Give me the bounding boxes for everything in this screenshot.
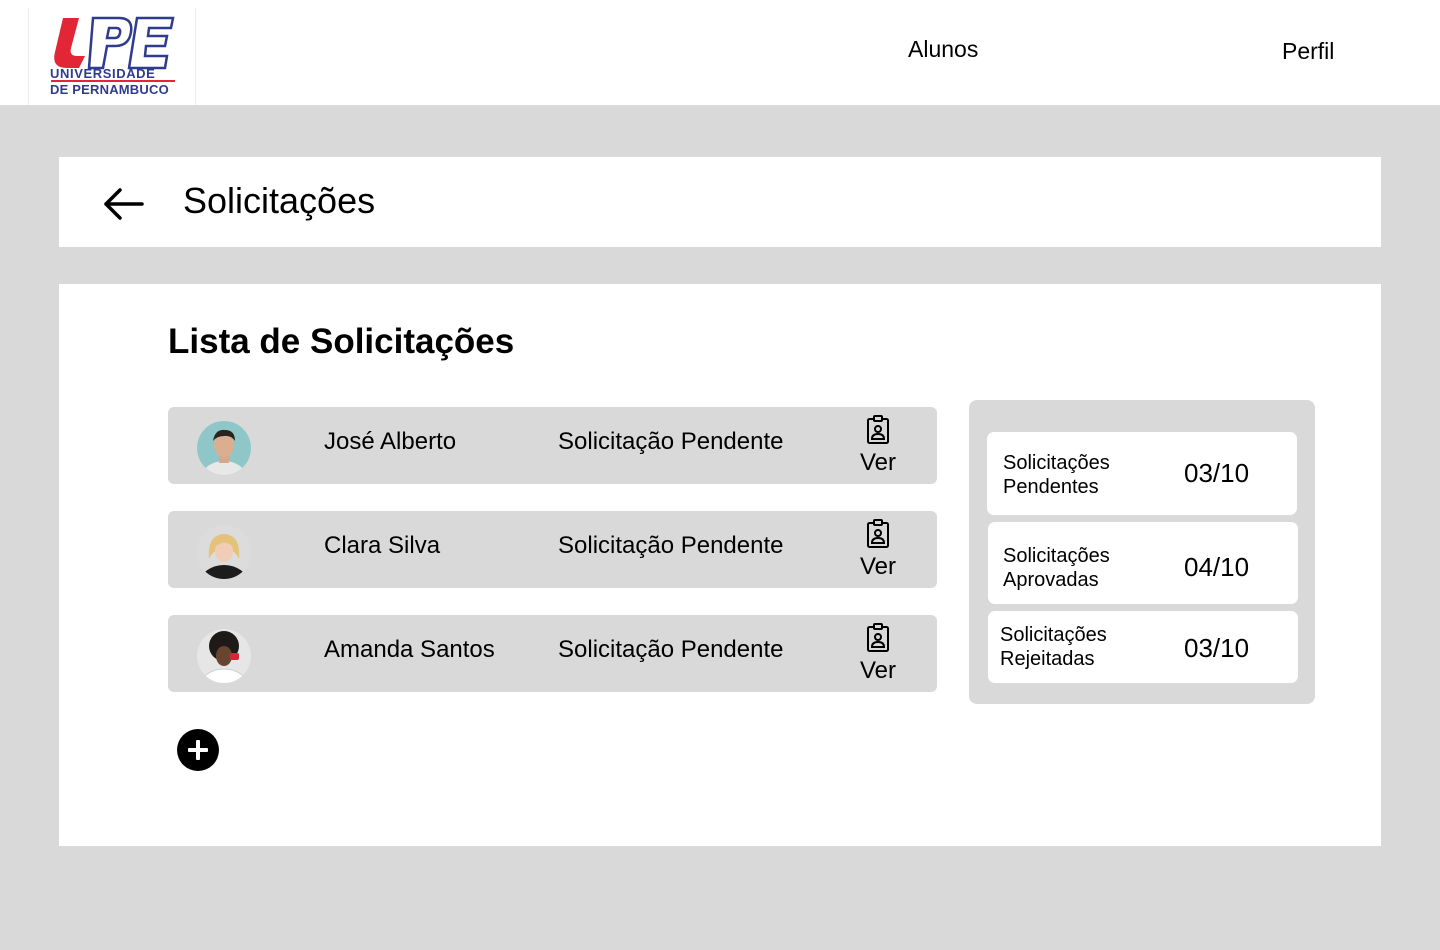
arrow-left-icon[interactable] — [100, 186, 148, 222]
top-bar: UNIVERSIDADE DE PERNAMBUCO Alunos Perfil — [0, 0, 1440, 105]
view-button[interactable]: Ver — [854, 621, 902, 685]
stat-value: 03/10 — [1184, 458, 1250, 488]
list-title: Lista de Solicitações — [168, 322, 515, 361]
plus-circle-icon[interactable] — [177, 729, 219, 771]
stat-label: Solicitações Rejeitadas — [1000, 624, 1107, 670]
request-row[interactable]: Clara Silva Solicitação Pendente Ver — [168, 511, 937, 588]
avatar — [197, 629, 251, 683]
stat-card-approved: Solicitações Aprovadas 04/10 — [988, 522, 1298, 604]
view-label: Ver — [860, 657, 897, 684]
request-row[interactable]: José Alberto Solicitação Pendente Ver — [168, 407, 937, 484]
request-status: Solicitação Pendente — [558, 532, 784, 559]
stat-label: Solicitações Aprovadas — [1003, 545, 1110, 591]
view-button[interactable]: Ver — [854, 413, 902, 477]
clipboard-user-icon — [867, 519, 889, 548]
stat-value: 04/10 — [1184, 552, 1250, 582]
stat-card-pending: Solicitações Pendentes 03/10 — [987, 432, 1297, 515]
logo-line-1: UNIVERSIDADE — [50, 66, 156, 81]
view-label: Ver — [860, 449, 897, 476]
view-button[interactable]: Ver — [854, 517, 902, 581]
request-status: Solicitação Pendente — [558, 428, 784, 455]
stats-panel: Solicitações Pendentes 03/10 Solicitaçõe… — [969, 400, 1315, 704]
request-name: Amanda Santos — [324, 636, 495, 663]
nav-perfil[interactable]: Perfil — [1282, 38, 1334, 65]
clipboard-user-icon — [867, 623, 889, 652]
stat-label: Solicitações Pendentes — [1003, 452, 1110, 498]
upe-logo-mark — [54, 16, 175, 70]
view-label: Ver — [860, 553, 897, 580]
avatar — [197, 421, 251, 475]
page-title: Solicitações — [183, 180, 376, 221]
clipboard-user-icon — [867, 415, 889, 444]
request-row[interactable]: Amanda Santos Solicitação Pendente Ver — [168, 615, 937, 692]
stat-card-rejected: Solicitações Rejeitadas 03/10 — [988, 611, 1298, 683]
nav-alunos[interactable]: Alunos — [908, 36, 978, 63]
request-name: José Alberto — [324, 428, 457, 455]
upe-logo[interactable]: UNIVERSIDADE DE PERNAMBUCO — [28, 8, 196, 105]
logo-line-2: DE PERNAMBUCO — [50, 82, 169, 97]
request-name: Clara Silva — [324, 532, 441, 559]
stat-value: 03/10 — [1184, 633, 1250, 663]
request-status: Solicitação Pendente — [558, 636, 784, 663]
avatar — [197, 525, 251, 579]
